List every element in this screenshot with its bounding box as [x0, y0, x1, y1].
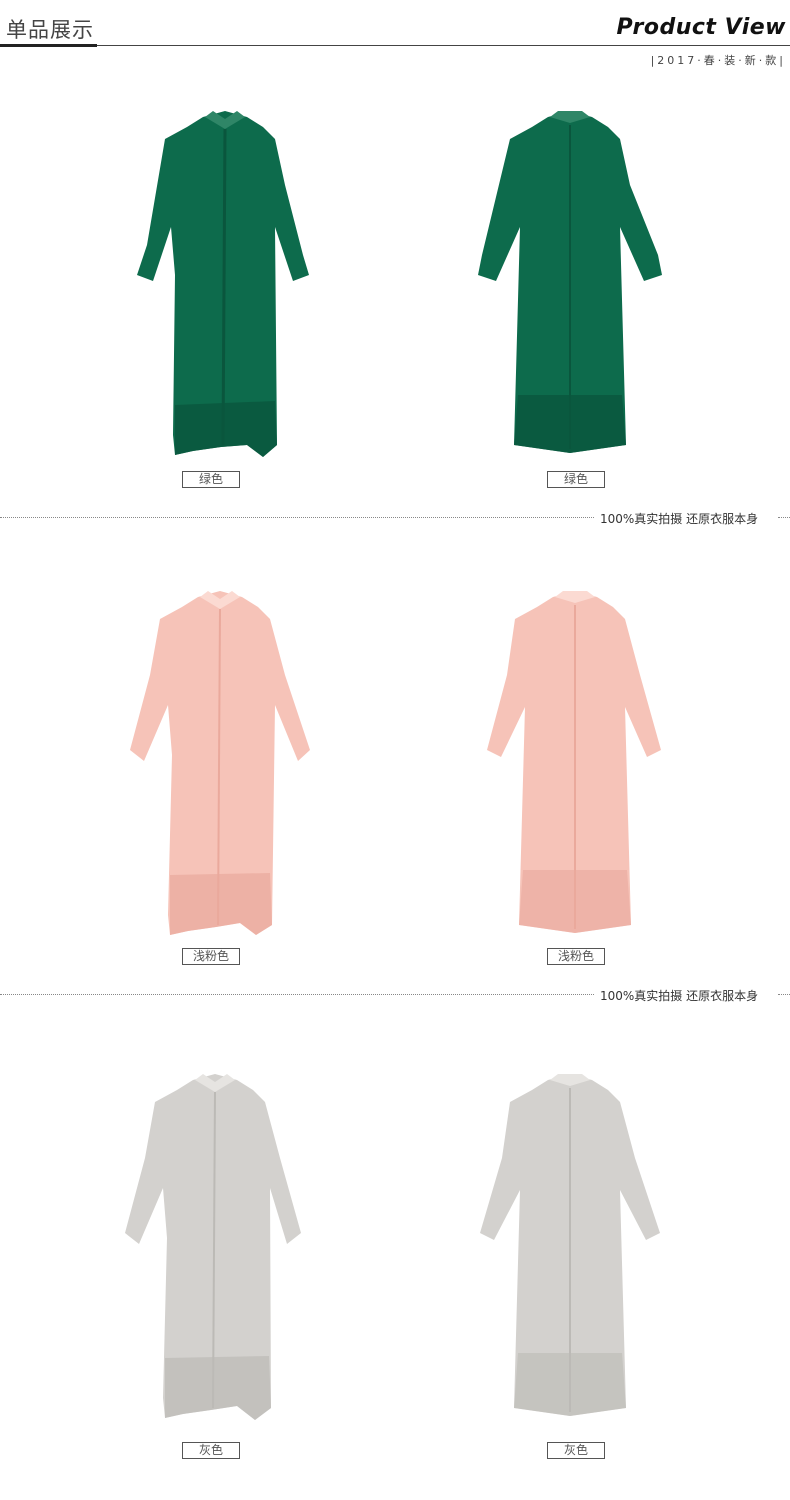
header-rule-accent	[0, 44, 97, 47]
shirt-dress-front-icon	[137, 111, 309, 457]
color-label-gray-front: 灰色	[182, 1442, 240, 1459]
dotted-line-end	[778, 994, 790, 995]
color-label-green-front: 绿色	[182, 471, 240, 488]
shirt-dress-front-icon	[130, 591, 310, 935]
product-image-green-front	[125, 105, 325, 465]
color-label-pink-back: 浅粉色	[547, 948, 605, 965]
dotted-line	[0, 517, 594, 518]
color-label-green-back: 绿色	[547, 471, 605, 488]
shirt-dress-back-icon	[480, 1074, 660, 1416]
color-label-gray-back: 灰色	[547, 1442, 605, 1459]
dotted-line	[0, 994, 594, 995]
section-title-en: Product View	[616, 15, 786, 40]
header-rule	[0, 45, 790, 46]
color-label-pink-front: 浅粉色	[182, 948, 240, 965]
product-image-pink-front	[120, 585, 320, 945]
product-image-gray-front	[115, 1068, 315, 1428]
divider-note: 100%真实拍摄 还原衣服本身	[600, 989, 759, 1003]
section-divider-2: 100%真实拍摄 还原衣服本身	[0, 987, 790, 1003]
shirt-dress-front-icon	[125, 1074, 301, 1420]
product-image-green-back	[470, 105, 670, 465]
season-subtitle: |2017·春·装·新·款|	[650, 54, 786, 67]
section-divider-1: 100%真实拍摄 还原衣服本身	[0, 510, 790, 526]
product-image-gray-back	[470, 1068, 670, 1428]
shirt-dress-back-icon	[478, 111, 662, 453]
product-image-pink-back	[475, 585, 675, 945]
dotted-line-end	[778, 517, 790, 518]
section-title-cn: 单品展示	[6, 18, 94, 42]
page-header: 单品展示 Product View |2017·春·装·新·款|	[0, 0, 790, 75]
shirt-dress-back-icon	[487, 591, 661, 933]
divider-note: 100%真实拍摄 还原衣服本身	[600, 512, 759, 526]
